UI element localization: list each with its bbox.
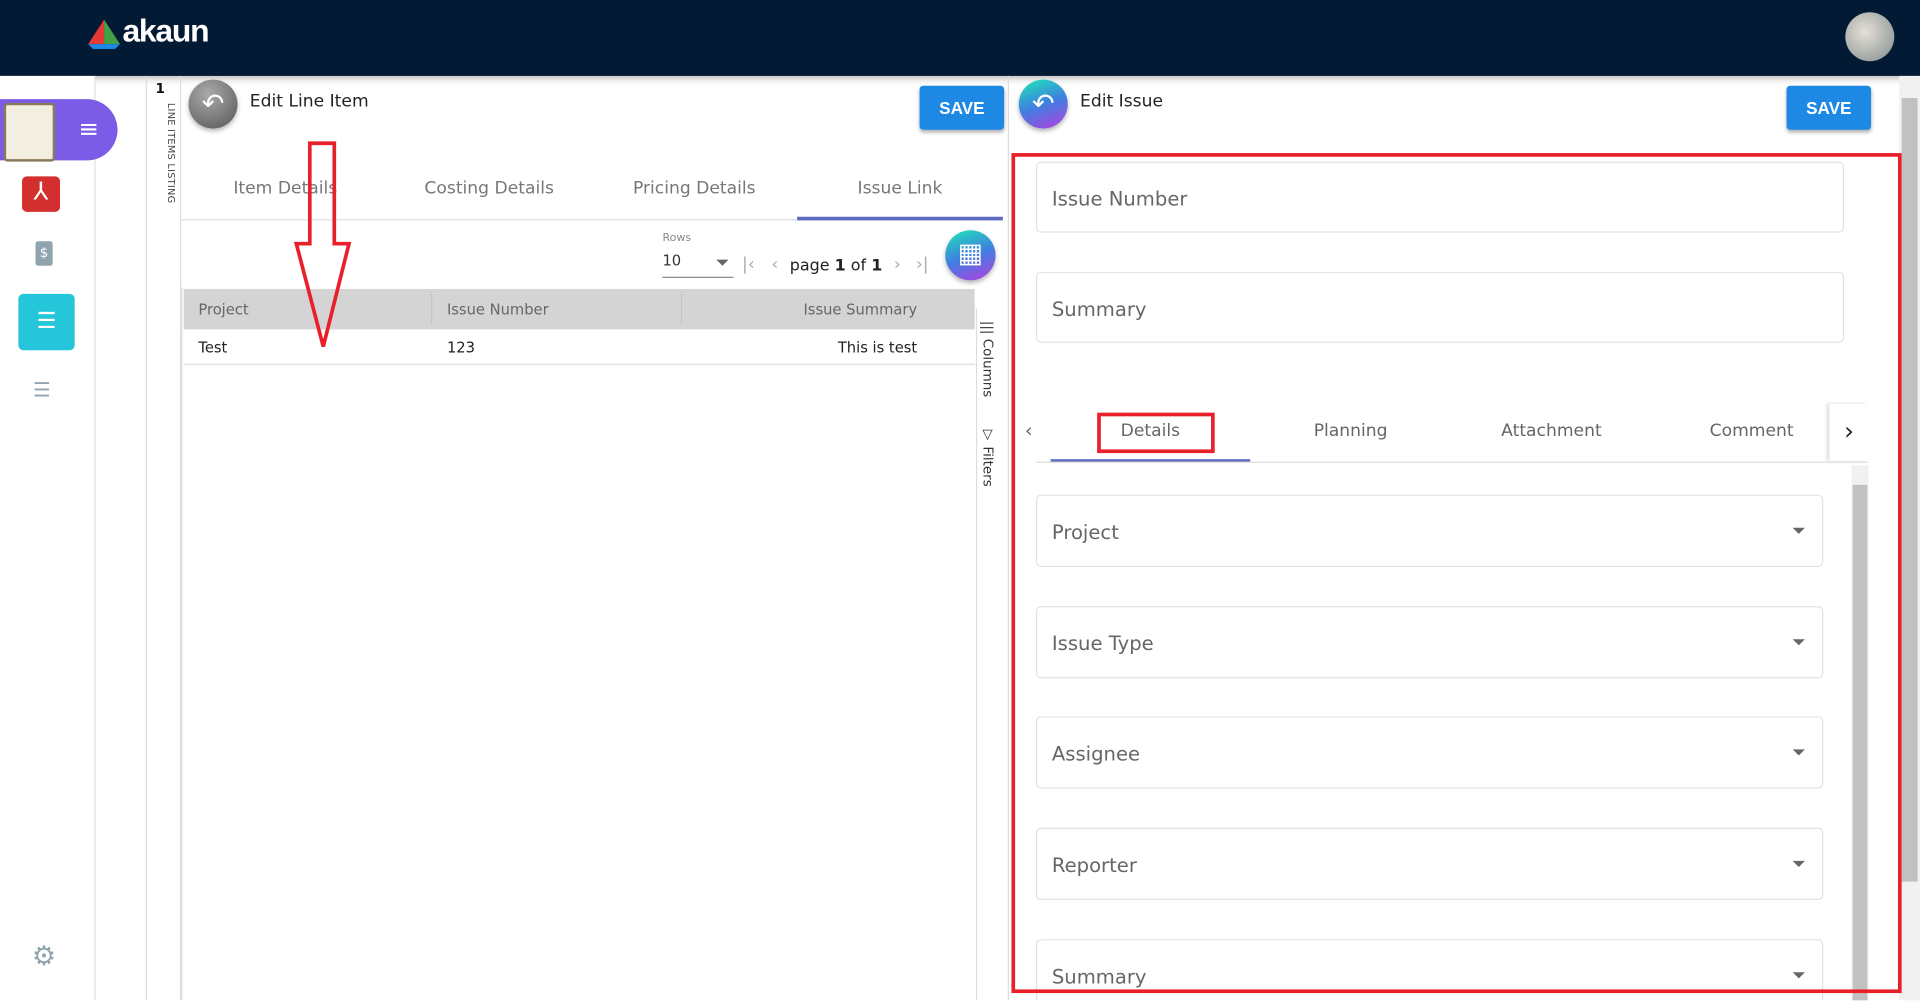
of-word: of bbox=[850, 257, 867, 276]
back-arrow-icon: ↶ bbox=[201, 88, 225, 120]
column-divider[interactable] bbox=[680, 293, 683, 324]
line-items-count: 1 bbox=[155, 80, 165, 97]
columns-side-tab[interactable]: ||| Columns bbox=[980, 321, 996, 407]
back-button[interactable]: ↶ bbox=[1018, 79, 1068, 129]
save-button[interactable]: SAVE bbox=[1786, 85, 1872, 130]
cell-project: Test bbox=[198, 339, 228, 357]
column-header-project[interactable]: Project bbox=[198, 301, 248, 318]
chevron-down-icon bbox=[1792, 749, 1805, 756]
save-button[interactable]: SAVE bbox=[919, 85, 1005, 130]
cell-issue-summary: This is test bbox=[837, 339, 918, 357]
side-bar-panel bbox=[975, 308, 1005, 1001]
issue-number-field[interactable]: Issue Number bbox=[1035, 161, 1845, 233]
columns-icon: ||| bbox=[979, 320, 996, 339]
next-page-icon[interactable]: › bbox=[894, 255, 901, 275]
summary-select[interactable]: Summary bbox=[1035, 939, 1824, 1001]
panel-title: Edit Issue bbox=[1080, 91, 1163, 112]
active-tab-indicator bbox=[797, 216, 1003, 221]
inner-scrollbar[interactable] bbox=[1851, 465, 1869, 1001]
filters-label: Filters bbox=[979, 446, 996, 487]
current-page: 1 bbox=[834, 257, 846, 276]
chevron-down-icon bbox=[1792, 527, 1805, 534]
tab-pricing-details[interactable]: Pricing Details bbox=[591, 179, 797, 199]
settings-gear-icon[interactable]: ⚙ bbox=[32, 942, 56, 973]
reporter-select[interactable]: Reporter bbox=[1035, 827, 1824, 901]
tab-costing-details[interactable]: Costing Details bbox=[387, 179, 591, 199]
tab-planning[interactable]: Planning bbox=[1250, 421, 1451, 441]
clipboard-icon bbox=[3, 102, 56, 162]
annotation-arrow-icon bbox=[293, 141, 352, 347]
panel-divider bbox=[1007, 75, 1009, 1001]
page-scrollbar[interactable] bbox=[1899, 75, 1920, 1001]
list-icon[interactable]: ☰ bbox=[33, 378, 51, 401]
page-word: page bbox=[789, 257, 830, 276]
filter-icon: ▽ bbox=[979, 426, 996, 447]
user-avatar[interactable] bbox=[1845, 12, 1895, 62]
chevron-down-icon bbox=[1792, 972, 1805, 979]
app-logo[interactable]: akaun bbox=[122, 12, 209, 50]
inner-scrollbar-thumb[interactable] bbox=[1852, 484, 1868, 1001]
active-tab-indicator bbox=[1050, 459, 1251, 462]
column-header-issue-number[interactable]: Issue Number bbox=[447, 301, 549, 318]
tabs-divider bbox=[1035, 461, 1869, 463]
select-label: Project bbox=[1051, 520, 1119, 544]
rows-label: Rows bbox=[662, 232, 692, 245]
pdf-icon[interactable]: ⅄ bbox=[22, 176, 61, 212]
column-header-issue-summary[interactable]: Issue Summary bbox=[803, 301, 917, 318]
last-page-icon[interactable]: ›| bbox=[916, 255, 929, 275]
column-divider[interactable] bbox=[431, 293, 433, 324]
tab-attachment[interactable]: Attachment bbox=[1451, 421, 1652, 441]
tab-comment[interactable]: Comment bbox=[1652, 421, 1852, 441]
rows-value: 10 bbox=[662, 252, 682, 270]
grid-border bbox=[181, 287, 183, 1001]
line-items-strip[interactable] bbox=[145, 75, 182, 1001]
list-icon-active[interactable]: ☰ bbox=[18, 293, 75, 351]
line-items-label[interactable]: LINE ITEMS LISTING bbox=[147, 103, 176, 204]
first-page-icon[interactable]: |‹ bbox=[742, 255, 755, 275]
page-title: Edit Line Item bbox=[249, 91, 369, 112]
columns-label: Columns bbox=[979, 338, 996, 398]
grid-icon: ▦ bbox=[957, 238, 984, 270]
select-label: Issue Type bbox=[1051, 631, 1154, 656]
tabs-scroll-right-icon[interactable]: › bbox=[1829, 404, 1869, 461]
chevron-down-icon bbox=[1792, 639, 1805, 646]
page-scrollbar-thumb[interactable] bbox=[1901, 97, 1918, 882]
akaun-logo-icon bbox=[88, 19, 121, 49]
filters-side-tab[interactable]: ▽ Filters bbox=[980, 426, 996, 487]
chevron-down-icon bbox=[716, 259, 729, 266]
sidebar bbox=[0, 75, 96, 1001]
cell-issue-number: 123 bbox=[446, 339, 475, 357]
assignee-select[interactable]: Assignee bbox=[1035, 716, 1824, 789]
project-select[interactable]: Project bbox=[1035, 494, 1824, 567]
total-pages: 1 bbox=[871, 257, 883, 276]
select-label: Assignee bbox=[1051, 742, 1141, 766]
summary-field[interactable]: Summary bbox=[1035, 271, 1845, 343]
back-button[interactable]: ↶ bbox=[188, 79, 238, 129]
chevron-down-icon bbox=[1792, 860, 1805, 867]
tab-item-details[interactable]: Item Details bbox=[184, 179, 387, 199]
annotation-highlight-box bbox=[1097, 412, 1215, 454]
menu-toggle-icon[interactable]: ≡ bbox=[78, 114, 99, 143]
invoice-icon[interactable]: $ bbox=[35, 241, 53, 266]
top-bar bbox=[0, 0, 1920, 76]
grid-view-button[interactable]: ▦ bbox=[945, 230, 996, 281]
select-label: Summary bbox=[1051, 964, 1147, 989]
back-arrow-icon: ↶ bbox=[1031, 88, 1055, 120]
prev-page-icon[interactable]: ‹ bbox=[771, 255, 778, 275]
tab-issue-link[interactable]: Issue Link bbox=[797, 179, 1003, 199]
select-label: Reporter bbox=[1051, 853, 1137, 877]
tabs-scroll-left-icon[interactable]: ‹ bbox=[1025, 419, 1033, 442]
rows-select[interactable]: 10 bbox=[662, 252, 734, 278]
issue-type-select[interactable]: Issue Type bbox=[1035, 606, 1824, 679]
